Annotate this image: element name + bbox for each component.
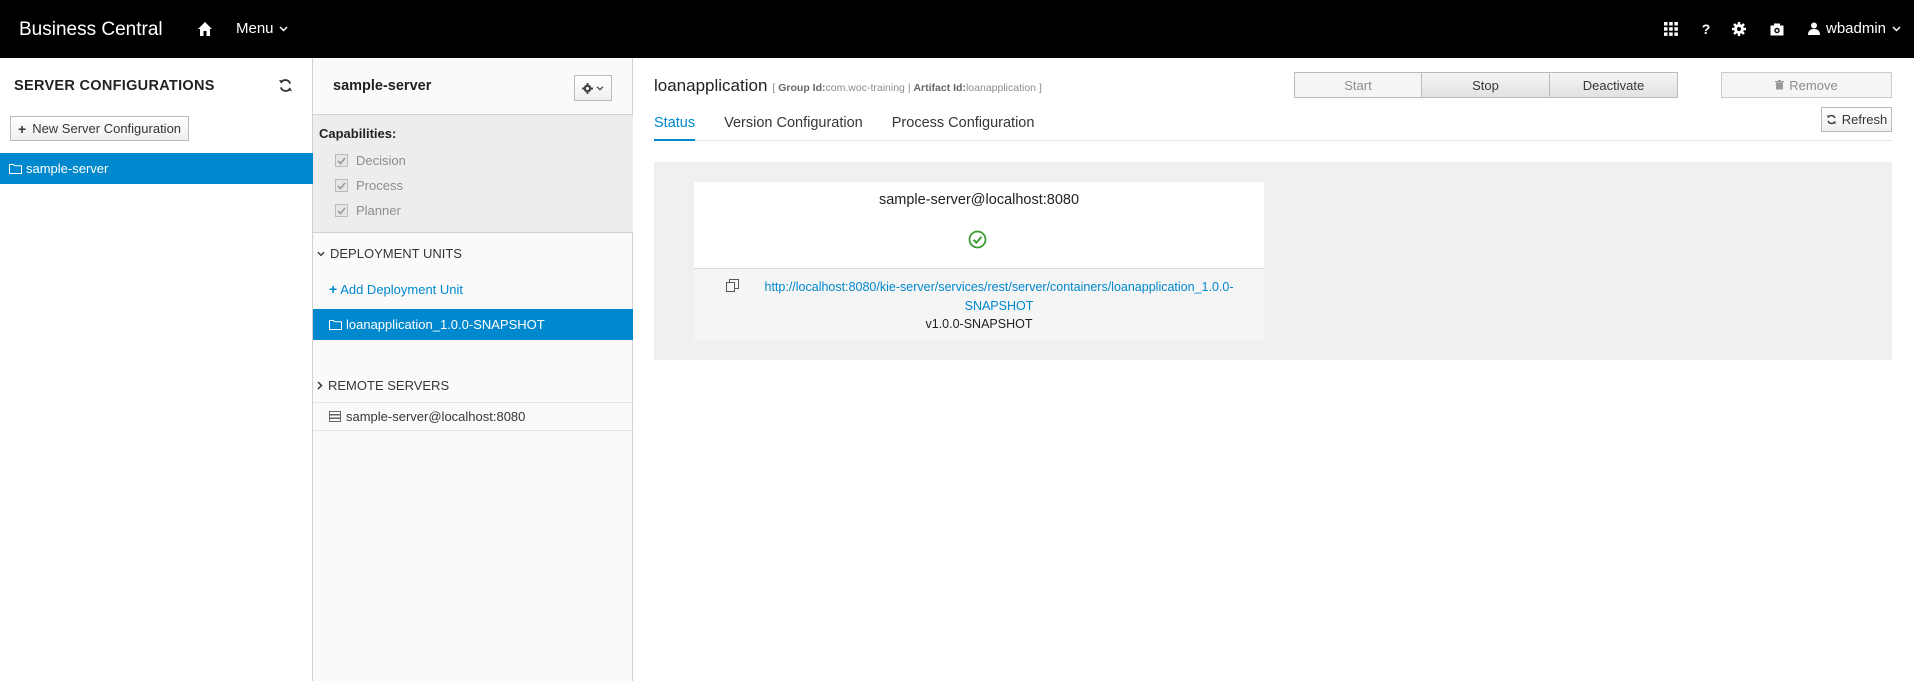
server-config-label: sample-server (26, 161, 109, 176)
meta-bracket-open: [ (772, 82, 776, 94)
url-line-1: http://localhost:8080/kie-server/service… (764, 280, 1234, 294)
settings-icon[interactable] (1730, 20, 1748, 38)
server-title: sample-server (333, 78, 432, 94)
capability-decision: Decision (335, 153, 406, 168)
server-icon (329, 411, 341, 422)
check-circle-icon (968, 230, 987, 249)
deployment-units-header[interactable]: DEPLOYMENT UNITS (317, 246, 462, 261)
chevron-right-icon (317, 381, 323, 390)
brand-title[interactable]: Business Central (19, 19, 163, 41)
start-button[interactable]: Start (1294, 72, 1422, 98)
capability-label: Planner (356, 203, 401, 218)
capability-label: Process (356, 178, 403, 193)
username: wbadmin (1826, 20, 1887, 37)
folder-icon (9, 163, 22, 174)
user-icon (1808, 22, 1820, 35)
folder-icon (329, 319, 342, 330)
tab-status[interactable]: Status (654, 115, 696, 141)
container-url-link[interactable]: http://localhost:8080/kie-server/service… (749, 278, 1249, 316)
deactivate-button[interactable]: Deactivate (1550, 72, 1678, 98)
container-action-group: Start Stop Deactivate (1294, 72, 1678, 98)
user-menu[interactable]: wbadmin (1808, 20, 1901, 37)
capability-process: Process (335, 178, 403, 193)
divider (313, 232, 633, 233)
container-tabs: Status Version Configuration Process Con… (654, 115, 1892, 141)
capabilities-label: Capabilities: (319, 126, 397, 141)
server-config-item-sample-server[interactable]: sample-server (0, 153, 313, 184)
group-id-value: com.woc-training (825, 82, 905, 94)
card-footer: http://localhost:8080/kie-server/service… (694, 268, 1264, 340)
new-server-configuration-label: New Server Configuration (32, 121, 182, 136)
chevron-down-icon (596, 85, 604, 91)
remote-servers-label: REMOTE SERVERS (328, 378, 450, 393)
new-server-configuration-button[interactable]: + New Server Configuration (10, 116, 190, 141)
checkbox[interactable] (335, 154, 348, 167)
tab-process-configuration[interactable]: Process Configuration (892, 115, 1035, 141)
container-meta: [ Group Id:com.woc-training | Artifact I… (772, 82, 1041, 94)
chevron-down-icon (279, 25, 288, 32)
deployment-unit-item[interactable]: loanapplication_1.0.0-SNAPSHOT (313, 309, 633, 340)
help-icon[interactable]: ? (1697, 20, 1715, 38)
stop-button[interactable]: Stop (1422, 72, 1550, 98)
plus-icon: + (329, 281, 338, 297)
checkbox[interactable] (335, 179, 348, 192)
server-configurations-panel: SERVER CONFIGURATIONS + New Server Confi… (0, 58, 313, 681)
apps-grid-icon[interactable] (1662, 20, 1680, 38)
add-deployment-unit-link[interactable]: + Add Deployment Unit (329, 281, 463, 297)
container-name: loanapplication (654, 76, 768, 95)
artifact-id-label: Artifact Id: (913, 82, 966, 94)
remote-servers-header[interactable]: REMOTE SERVERS (317, 378, 449, 393)
remove-label: Remove (1789, 77, 1838, 93)
panel-title: SERVER CONFIGURATIONS (14, 78, 215, 94)
card-host: sample-server@localhost:8080 (878, 192, 1080, 208)
refresh-icon[interactable] (278, 78, 294, 94)
camera-icon[interactable] (1768, 20, 1786, 38)
chevron-down-icon (317, 251, 325, 257)
chevron-down-icon (1892, 25, 1901, 32)
plus-icon: + (18, 120, 27, 137)
artifact-id-value: loanapplication (965, 82, 1037, 94)
add-deployment-unit-label: Add Deployment Unit (340, 281, 464, 297)
copy-icon[interactable] (726, 279, 740, 293)
gear-icon (582, 82, 593, 94)
trash-icon (1775, 80, 1785, 90)
tab-version-configuration[interactable]: Version Configuration (724, 115, 863, 141)
deployment-units-label: DEPLOYMENT UNITS (330, 246, 462, 261)
container-version: v1.0.0-SNAPSHOT (925, 317, 1033, 331)
remove-button[interactable]: Remove (1721, 72, 1892, 98)
remote-server-item[interactable]: sample-server@localhost:8080 (313, 402, 633, 431)
capability-planner: Planner (335, 203, 401, 218)
home-icon[interactable] (196, 20, 214, 38)
group-id-label: Group Id: (778, 82, 826, 94)
server-detail-panel: sample-server Capabilities: Decision Pro… (313, 58, 633, 681)
remote-server-label: sample-server@localhost:8080 (346, 409, 526, 424)
capability-label: Decision (356, 153, 406, 168)
server-settings-button[interactable] (574, 75, 612, 101)
deployment-unit-label: loanapplication_1.0.0-SNAPSHOT (346, 317, 545, 332)
container-detail-panel: loanapplication [ Group Id:com.woc-train… (633, 58, 1914, 681)
checkbox[interactable] (335, 204, 348, 217)
status-area: sample-server@localhost:8080 http://loca… (654, 162, 1892, 360)
menu-dropdown[interactable]: Menu (236, 20, 288, 37)
menu-label: Menu (236, 20, 274, 37)
capabilities-section: Capabilities: Decision Process Planner (313, 115, 633, 232)
meta-separator: | (907, 82, 911, 94)
container-title: loanapplication [ Group Id:com.woc-train… (654, 76, 1042, 96)
server-status-card: sample-server@localhost:8080 http://loca… (694, 182, 1264, 340)
meta-bracket-close: ] (1038, 82, 1042, 94)
top-navbar: Business Central Menu ? wbadmin (0, 0, 1914, 58)
url-line-2: SNAPSHOT (964, 299, 1034, 313)
